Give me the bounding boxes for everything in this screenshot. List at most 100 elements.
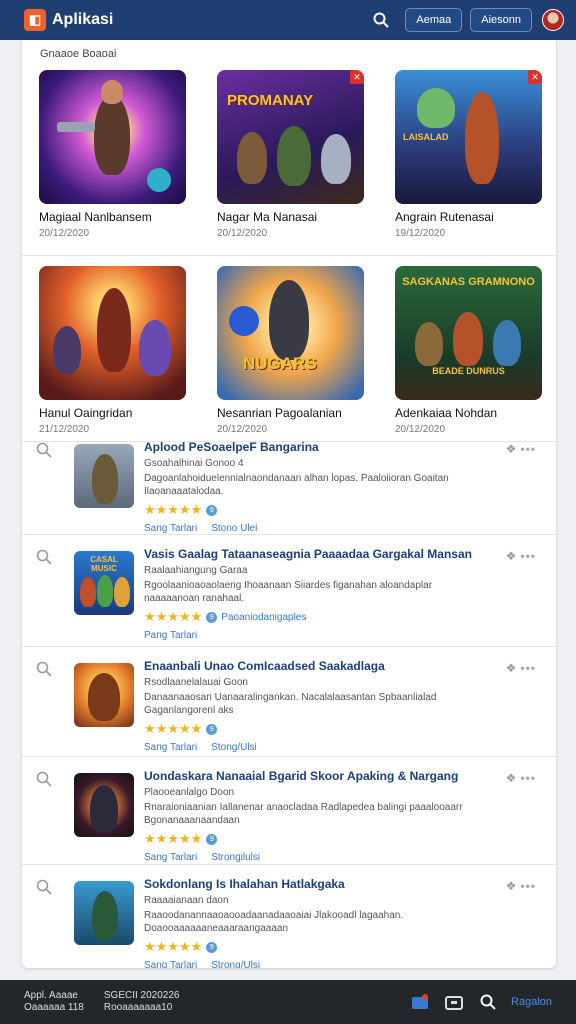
footer-link[interactable]: Ragalon (511, 996, 552, 1008)
footer-text: Rooaaaaaaa10 (103, 1002, 173, 1013)
more-options[interactable]: ❖ ••• (506, 549, 536, 563)
share-icon[interactable]: ❖ (506, 771, 517, 785)
list-item[interactable]: Uondaskara Nanaaial Bgarid Skoor Apaking… (22, 757, 556, 865)
download-icon[interactable] (409, 991, 431, 1013)
close-icon[interactable]: ✕ (350, 70, 364, 84)
list-thumbnail[interactable]: CASAL MUSIC (74, 551, 134, 615)
search-icon[interactable] (36, 442, 52, 458)
more-options[interactable]: ❖ ••• (506, 771, 536, 785)
grid-tile[interactable]: Magiaal Nanlbansem 20/12/2020 (22, 68, 200, 255)
more-options[interactable]: ❖ ••• (506, 879, 536, 893)
more-dots-icon[interactable]: ••• (520, 549, 536, 563)
list-thumbnail[interactable] (74, 444, 134, 508)
header-button-2[interactable]: Aiesonn (470, 8, 532, 32)
footer-text: SGECII 2020226 (103, 990, 180, 1001)
list-item-title[interactable]: Uondaskara Nanaaial Bgarid Skoor Apaking… (144, 769, 484, 783)
list-link-2[interactable]: Stono Ulei (211, 523, 257, 534)
app-logo-icon[interactable]: ◧ (24, 9, 46, 31)
grid-tile[interactable]: LAISALAD ✕ Angrain Rutenasai 19/12/2020 (378, 68, 556, 255)
list-thumbnail[interactable] (74, 773, 134, 837)
header-button-1[interactable]: Aemaa (405, 8, 463, 32)
list-item-description: Raaoodanannaaoaooadaanadaaoaiai Jlakooad… (144, 910, 404, 934)
tile-thumbnail[interactable]: NUGARS (217, 266, 364, 400)
search-icon[interactable] (36, 661, 52, 677)
grid-tile[interactable]: NUGARS Nesanrian Pagoalanian 20/12/2020 (200, 256, 378, 441)
list-item[interactable]: CASAL MUSIC Vasis Gaalag Tataanaseagnia … (22, 535, 556, 647)
user-avatar[interactable] (542, 9, 564, 31)
list-item-title[interactable]: Vasis Gaalag Tataanaseagnia Paaaadaa Gar… (144, 547, 484, 561)
list-item-body: Enaanbali Unao ComIcaadsed Saakadlaga Rs… (144, 659, 484, 753)
rating: ★★★★★ 9 (144, 502, 484, 518)
share-icon[interactable]: ❖ (506, 879, 517, 893)
tile-thumbnail[interactable]: LAISALAD ✕ (395, 70, 542, 204)
search-icon[interactable] (36, 549, 52, 565)
list-item-title[interactable]: Enaanbali Unao ComIcaadsed Saakadlaga (144, 659, 484, 673)
list-item[interactable]: Enaanbali Unao ComIcaadsed Saakadlaga Rs… (22, 647, 556, 757)
list-link-1[interactable]: Sang Tarlari (144, 523, 197, 534)
list-thumbnail[interactable] (74, 881, 134, 945)
tile-art-text: BEADE DUNRUS (432, 366, 505, 376)
search-icon[interactable] (36, 771, 52, 787)
tile-title: Adenkaiaa Nohdan (395, 406, 498, 420)
tile-thumbnail[interactable]: SAGKANAS GRAMNONO BEADE DUNRUS (395, 266, 542, 400)
list-link-2[interactable]: Strongilulsi (211, 852, 260, 863)
list-item-subtitle: Raaaaianaan daon (144, 895, 229, 906)
share-icon[interactable]: ❖ (506, 442, 517, 456)
list-item-subtitle: Raalaahiangung Garaa (144, 565, 248, 576)
rating-count-badge: 9 (206, 504, 218, 516)
app-title: Aplikasi (52, 11, 114, 28)
tile-thumbnail[interactable] (39, 266, 186, 400)
tile-thumbnail[interactable]: PROMANAY ✕ (217, 70, 364, 204)
list-link-1[interactable]: Sang Tarlari (144, 742, 197, 753)
close-icon[interactable]: ✕ (528, 70, 542, 84)
tile-title: Hanul Oaingridan (39, 406, 133, 420)
more-dots-icon[interactable]: ••• (520, 661, 536, 675)
grid-row: Hanul Oaingridan 21/12/2020 NUGARS Nesan… (22, 256, 556, 442)
list-item-subtitle: Plaooeanlalgo Doon (144, 787, 235, 798)
rating: ★★★★★ 9 (144, 721, 484, 737)
list-thumbnail[interactable] (74, 663, 134, 727)
list-item[interactable]: Aplood PeSoaelpeF Bangarina Gsoahalhinai… (22, 428, 556, 535)
tile-title: Nesanrian Pagoalanian (217, 406, 342, 420)
list-item-title[interactable]: Sokdonlang Is Ihalahan Hatlakgaka (144, 877, 484, 891)
rating-text[interactable]: Paoaniodanigaples (221, 612, 306, 623)
list-link-1[interactable]: Sang Tarlari (144, 852, 197, 863)
rating: ★★★★★ 9 Paoaniodanigaples (144, 609, 484, 625)
list-item-description: Rnaraioniaanian Iallanenar anaocladaa Ra… (144, 802, 463, 826)
grid-tile[interactable]: Hanul Oaingridan 21/12/2020 (22, 256, 200, 441)
tile-title: Angrain Rutenasai (395, 210, 494, 224)
rating-count-badge: 9 (206, 833, 218, 845)
rating-count-badge: 9 (206, 941, 218, 953)
list-item[interactable]: Sokdonlang Is Ihalahan Hatlakgaka Raaaai… (22, 865, 556, 968)
list-item-links: Sang Tarlari Stono Ulei (144, 523, 484, 534)
section-label: Gnaaoe Boaoai (40, 48, 117, 60)
star-rating-icon: ★★★★★ (144, 939, 203, 954)
more-dots-icon[interactable]: ••• (520, 771, 536, 785)
search-icon[interactable] (477, 991, 499, 1013)
list-item-title[interactable]: Aplood PeSoaelpeF Bangarina (144, 440, 484, 454)
list-item-links: Pang Tarlari (144, 630, 484, 641)
list-item-body: Aplood PeSoaelpeF Bangarina Gsoahalhinai… (144, 440, 484, 534)
tile-thumbnail[interactable] (39, 70, 186, 204)
list-item-links: Sang Tarlari Stong/Ulsi (144, 742, 484, 753)
rating-count-badge: 9 (206, 723, 218, 735)
list-link-1[interactable]: Sang Tarlari (144, 960, 197, 968)
more-options[interactable]: ❖ ••• (506, 661, 536, 675)
grid-tile[interactable]: SAGKANAS GRAMNONO BEADE DUNRUS Adenkaiaa… (378, 256, 556, 441)
more-dots-icon[interactable]: ••• (520, 879, 536, 893)
rating-count-badge: 9 (206, 611, 218, 623)
list-link-2[interactable]: Strong/Ulsi (211, 960, 260, 968)
featured-grid: Magiaal Nanlbansem 20/12/2020 PROMANAY ✕… (22, 68, 556, 442)
library-icon[interactable] (443, 991, 465, 1013)
search-icon[interactable] (371, 10, 391, 30)
search-icon[interactable] (36, 879, 52, 895)
more-options[interactable]: ❖ ••• (506, 442, 536, 456)
share-icon[interactable]: ❖ (506, 661, 517, 675)
grid-tile[interactable]: PROMANAY ✕ Nagar Ma Nanasai 20/12/2020 (200, 68, 378, 255)
top-app-bar: ◧ Aplikasi Aemaa Aiesonn (0, 0, 576, 40)
more-dots-icon[interactable]: ••• (520, 442, 536, 456)
share-icon[interactable]: ❖ (506, 549, 517, 563)
list-link-2[interactable]: Stong/Ulsi (211, 742, 257, 753)
list-item-description: Dagoanlahoiduelennialnaondanaan alhan lo… (144, 473, 449, 497)
list-link-1[interactable]: Pang Tarlari (144, 630, 197, 641)
